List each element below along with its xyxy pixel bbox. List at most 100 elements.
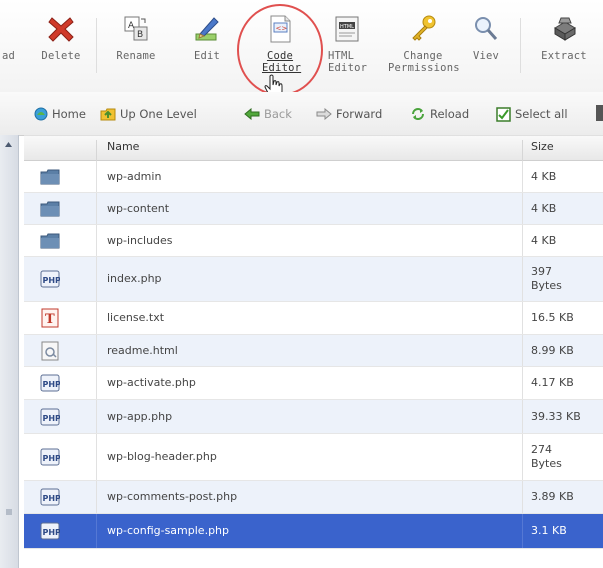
home-button[interactable]: Home [34, 104, 86, 124]
forward-label: Forward [336, 107, 383, 121]
reload-label: Reload [430, 107, 470, 121]
php-file-icon[interactable]: PHP [40, 487, 61, 507]
file-table: Name Size wp-admin 4 KB wp-content 4 KB wp-i… [24, 135, 603, 549]
php-file-icon[interactable]: PHP [40, 407, 61, 427]
file-name[interactable]: index.php [107, 272, 162, 285]
svg-text:PHP: PHP [43, 414, 61, 423]
table-row[interactable]: Tlicense.txt 16.5 KB [24, 302, 603, 335]
svg-text:PHP: PHP [43, 454, 61, 463]
rename-label: Rename [116, 50, 156, 62]
file-name[interactable]: wp-config-sample.php [107, 524, 229, 537]
edit-button[interactable]: Edit [180, 0, 234, 92]
scroll-up-arrow-icon[interactable] [4, 141, 13, 148]
column-divider [96, 257, 97, 301]
change-permissions-label: Change Permissions [388, 50, 460, 74]
forward-arrow-icon [316, 108, 332, 120]
file-name[interactable]: readme.html [107, 344, 178, 357]
html-file-icon: HTML [335, 16, 359, 42]
back-button[interactable]: Back [244, 104, 292, 124]
table-row[interactable]: wp-admin 4 KB [24, 161, 603, 193]
home-label: Home [52, 107, 86, 121]
table-row[interactable]: wp-content 4 KB [24, 193, 603, 225]
back-label: Back [264, 107, 292, 121]
file-name[interactable]: wp-content [107, 202, 169, 215]
extract-icon [554, 17, 576, 41]
table-row[interactable]: PHP wp-app.php 39.33 KB [24, 400, 603, 434]
column-divider [522, 161, 523, 192]
file-size: 4 KB [531, 169, 557, 183]
svg-text:B: B [137, 30, 143, 40]
table-row[interactable]: PHP wp-blog-header.php 274 Bytes [24, 434, 603, 481]
folder-icon[interactable] [40, 231, 60, 251]
php-file-icon[interactable]: PHP [40, 269, 61, 289]
file-size: 3.89 KB [531, 490, 574, 503]
php-file-icon[interactable]: PHP [40, 521, 61, 541]
table-row[interactable]: wp-includes 4 KB [24, 225, 603, 257]
delete-icon [48, 17, 74, 42]
forward-button[interactable]: Forward [316, 104, 382, 124]
column-divider [522, 481, 523, 513]
table-row[interactable]: PHP wp-activate.php 4.17 KB [24, 367, 603, 400]
folder-icon[interactable] [40, 199, 60, 219]
extract-button[interactable]: Extract [528, 0, 600, 92]
file-name[interactable]: wp-includes [107, 234, 173, 247]
file-size: 397 Bytes [531, 265, 562, 292]
delete-label: Delete [41, 50, 81, 62]
svg-text:PHP: PHP [43, 494, 61, 503]
file-size: 3.1 KB [531, 524, 567, 537]
extract-label: Extract [541, 50, 587, 62]
download-button[interactable]: ad [0, 0, 32, 92]
reload-icon [412, 108, 424, 120]
php-file-icon[interactable]: PHP [40, 447, 61, 467]
file-name[interactable]: wp-activate.php [107, 376, 196, 389]
column-divider [522, 367, 523, 399]
file-name[interactable]: wp-blog-header.php [107, 450, 217, 463]
magnifier-icon [475, 17, 498, 40]
html-file-icon[interactable] [40, 341, 60, 361]
table-row[interactable]: PHP wp-config-sample.php 3.1 KB [24, 514, 603, 549]
select-all-button[interactable]: Select all [496, 104, 568, 124]
column-divider [96, 367, 97, 399]
file-size: 4 KB [531, 233, 557, 247]
html-editor-button[interactable]: HTML HTML Editor [322, 0, 372, 92]
delete-button[interactable]: Delete [34, 0, 88, 92]
toolbar-divider [96, 18, 97, 73]
column-divider [522, 514, 523, 548]
file-name[interactable]: wp-admin [107, 170, 161, 183]
toolbar: ad Delete A B Rename Edit <> Code Editor… [0, 0, 603, 98]
column-divider [522, 400, 523, 433]
left-scrollbar[interactable] [0, 135, 19, 568]
rename-button[interactable]: A B Rename [104, 0, 168, 92]
html-editor-label: HTML Editor [328, 50, 368, 74]
file-size: 8.99 KB [531, 343, 574, 357]
change-permissions-button[interactable]: Change Permissions [378, 0, 468, 92]
up-one-level-button[interactable]: Up One Level [100, 104, 197, 124]
table-row[interactable]: PHP index.php 397 Bytes [24, 257, 603, 302]
svg-text:PHP: PHP [43, 380, 61, 389]
column-divider [96, 302, 97, 334]
view-button[interactable]: Viev [466, 0, 506, 92]
php-file-icon[interactable]: PHP [40, 373, 61, 393]
column-divider [96, 514, 97, 548]
toolbar-divider [520, 18, 521, 73]
folder-icon[interactable] [40, 167, 60, 187]
column-divider [522, 193, 523, 224]
file-name[interactable]: license.txt [107, 311, 164, 324]
name-column-header[interactable]: Name [107, 140, 139, 153]
file-name[interactable]: wp-app.php [107, 410, 172, 423]
file-size: 4.17 KB [531, 376, 574, 389]
truncated-nav-icon [596, 105, 603, 121]
column-divider [522, 225, 523, 256]
table-row[interactable]: PHP wp-comments-post.php 3.89 KB [24, 481, 603, 514]
text-file-icon[interactable]: T [40, 308, 60, 328]
file-size: 4 KB [531, 201, 557, 215]
file-name[interactable]: wp-comments-post.php [107, 490, 237, 503]
table-row[interactable]: readme.html 8.99 KB [24, 335, 603, 367]
download-label: ad [2, 50, 16, 62]
reload-button[interactable]: Reload [410, 104, 469, 124]
size-column-header[interactable]: Size [531, 140, 554, 153]
svg-text:PHP: PHP [43, 276, 61, 285]
rename-icon: A B [124, 16, 148, 41]
file-size: 16.5 KB [531, 311, 574, 324]
svg-text:T: T [45, 312, 55, 327]
